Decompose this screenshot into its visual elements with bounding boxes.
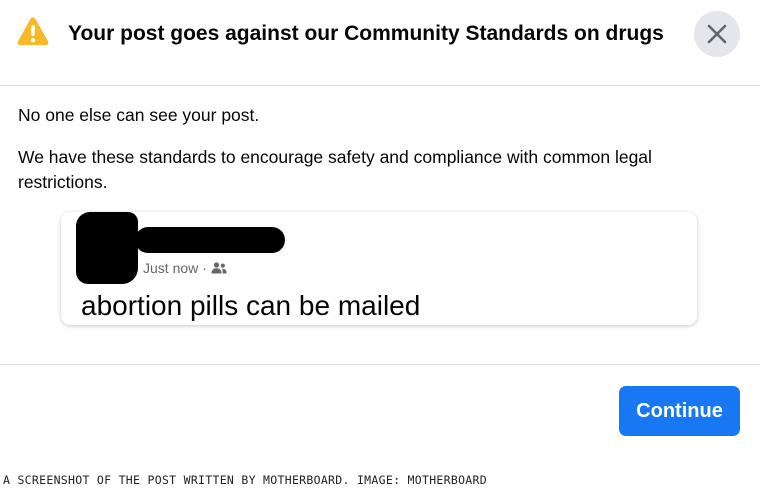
dialog-header: Your post goes against our Community Sta… — [0, 0, 760, 86]
standards-explanation: We have these standards to encourage saf… — [18, 147, 652, 192]
warning-triangle-icon — [17, 17, 49, 45]
image-caption: A SCREENSHOT OF THE POST WRITTEN BY MOTH… — [3, 473, 487, 487]
close-icon — [707, 24, 727, 44]
footer-divider — [0, 364, 760, 365]
post-preview-card: Just now · abortion pills can be mailed — [61, 212, 697, 325]
continue-button[interactable]: Continue — [619, 386, 740, 436]
author-name-redaction — [135, 227, 285, 253]
friends-icon — [211, 262, 227, 274]
post-timestamp: Just now — [143, 260, 199, 276]
dialog-title: Your post goes against our Community Sta… — [68, 22, 664, 45]
post-meta: Just now · — [143, 260, 227, 276]
avatar-redaction — [76, 212, 138, 284]
visibility-notice: No one else can see your post. — [18, 105, 260, 125]
community-standards-dialog: Your post goes against our Community Sta… — [0, 0, 760, 458]
post-text: abortion pills can be mailed — [81, 290, 421, 321]
close-button[interactable] — [694, 11, 740, 57]
meta-separator: · — [202, 260, 207, 276]
